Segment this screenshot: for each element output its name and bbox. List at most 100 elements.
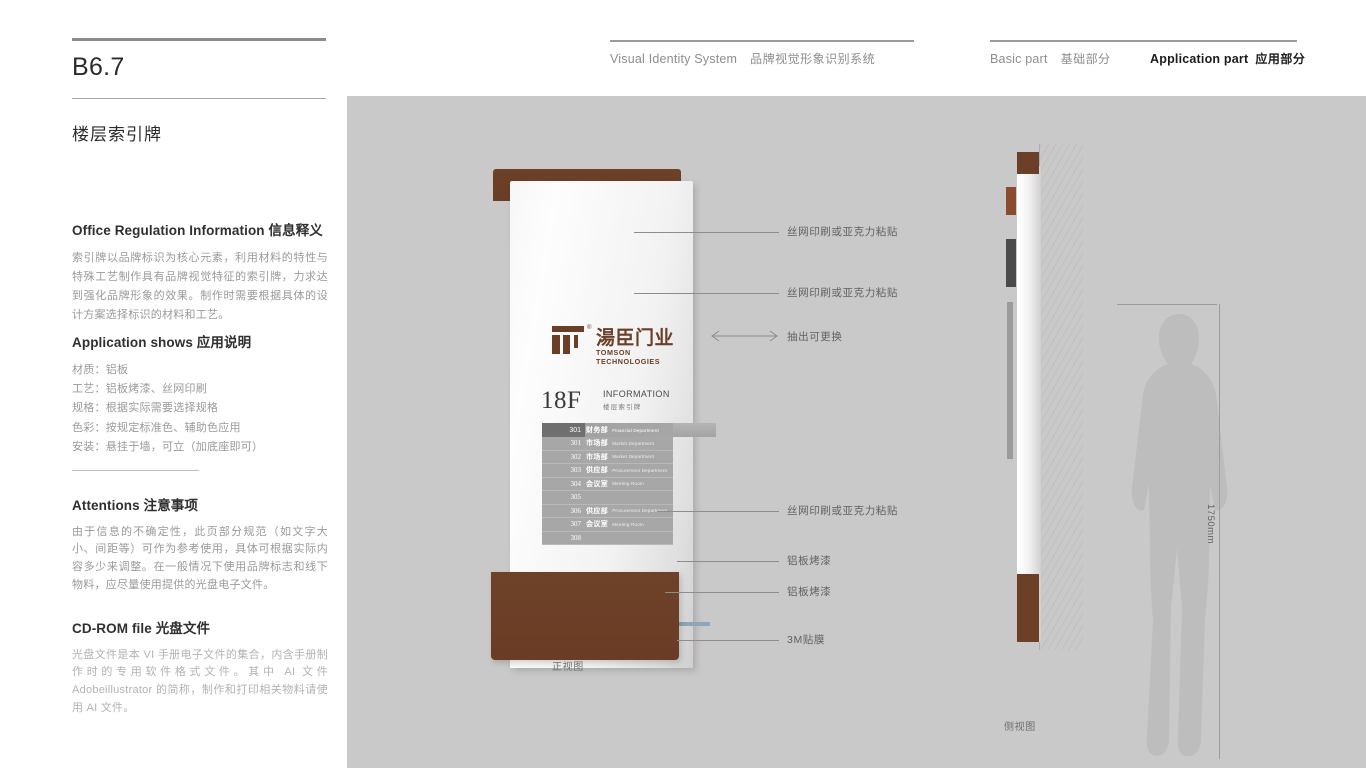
table-row: 302 市场部 Market Department [542, 450, 673, 464]
spec-color: 色彩：按规定标准色、辅助色应用 [72, 421, 241, 434]
floor-indicator: 18F INFORMATION 楼层索引牌 [541, 387, 701, 421]
table-row: 306 供应部 Procurement Department [542, 504, 673, 518]
table-row: 304 会议室 Meeting Room [542, 477, 673, 491]
row-number: 301 [570, 439, 582, 448]
pull-out-handle[interactable] [673, 423, 716, 437]
callout-label-3: 抽出可更换 [787, 331, 843, 343]
dimension-top-guide [1117, 304, 1217, 305]
row-number: 307 [570, 520, 582, 529]
table-row: 305 [542, 491, 673, 505]
block-attentions-body: 由于信息的不确定性，此页部分规范（如文字大小、间距等）可作为参考使用，具体可根据… [72, 525, 328, 592]
title-rule-bottom [72, 98, 326, 99]
table-row: 301 市场部 Market Department [542, 437, 673, 451]
side-tab-grey [1007, 302, 1013, 459]
side-tab-dark [1006, 239, 1016, 287]
header-vis-en: Visual Identity System [610, 52, 738, 66]
spec-install: 安装：悬挂于墙，可立（加底座即可） [72, 441, 264, 454]
callout-label-6: 铝板烤漆 [787, 586, 832, 598]
callout-line-5 [677, 561, 779, 562]
human-scale-silhouette [1131, 314, 1228, 757]
header-rule-left [610, 40, 914, 42]
dimension-line [1219, 304, 1220, 759]
callout-double-arrow-icon [711, 330, 778, 342]
nav-application-part[interactable]: Application part 应用部分 [1150, 50, 1305, 67]
side-view-caption: 侧视图 [1004, 722, 1036, 733]
block-cdrom-file: CD-ROM file 光盘文件 光盘文件是本 VI 手册电子文件的集合，内含手… [72, 620, 328, 718]
side-tab-brown [1006, 187, 1016, 215]
row-dept-en: Procurement Department [612, 467, 668, 473]
row-number: 308 [570, 533, 582, 542]
callout-line-4 [657, 511, 779, 512]
brand-logo: ® 湯臣门业 TOMSON TECHNOLOGIES [552, 324, 687, 366]
callout-label-2: 丝网印刷或亚克力粘贴 [787, 287, 898, 299]
row-dept-cn: 市场部 [586, 453, 609, 461]
nav-application-cn: 应用部分 [1255, 52, 1306, 66]
side-top-brown-cap [1017, 152, 1039, 174]
spec-size: 规格：根据实际需要选择规格 [72, 402, 219, 415]
floor-info-en: INFORMATION [603, 389, 670, 399]
callout-label-4: 丝网印刷或亚克力粘贴 [787, 505, 898, 517]
floor-number: 18F [541, 387, 582, 414]
block-application-heading: Application shows 应用说明 [72, 335, 252, 350]
dimension-label: 1750mm [1205, 504, 1216, 544]
header-dept-en: Financial Department [612, 427, 659, 433]
board-bottom-brown-base [491, 572, 679, 660]
vi-manual-page: B6.7 楼层索引牌 Office Regulation Information… [0, 0, 1366, 768]
artwork-stage: ® 湯臣门业 TOMSON TECHNOLOGIES 18F INFORMATI… [347, 96, 1366, 768]
row-number: 306 [570, 506, 582, 515]
header-room-number: 301 [569, 426, 581, 434]
table-row: 307 会议室 Meeting Room [542, 518, 673, 532]
callout-line-2 [634, 293, 779, 294]
side-bottom-brown-base [1017, 574, 1039, 642]
row-dept-en: Meeting Room [612, 481, 644, 487]
left-information-column: B6.7 楼层索引牌 Office Regulation Information… [0, 0, 347, 768]
side-panel-body [1017, 166, 1041, 642]
front-view-mockup: ® 湯臣门业 TOMSON TECHNOLOGIES 18F INFORMATI… [488, 169, 716, 668]
logo-english-name: TOMSON TECHNOLOGIES [596, 348, 661, 366]
block-application-shows: Application shows 应用说明 材质：铝板 工艺：铝板烤漆、丝网印… [72, 334, 328, 458]
block-office-regulation: Office Regulation Information 信息释义 索引牌以品… [72, 222, 328, 326]
block-attentions: Attentions 注意事项 由于信息的不确定性，此页部分规范（如文字大小、间… [72, 497, 328, 595]
nav-basic-cn: 基础部分 [1060, 52, 1111, 66]
row-number: 304 [570, 479, 582, 488]
block-office-body: 索引牌以品牌标识为核心元素，利用材料的特性与特殊工艺制作具有品牌视觉特征的索引牌… [72, 251, 328, 322]
row-dept-cn: 市场部 [586, 440, 609, 448]
registered-mark: ® [587, 325, 592, 331]
logo-chinese-name: 湯臣门业 [596, 327, 675, 349]
callout-line-7 [677, 640, 779, 641]
wall-hatch-pattern [1039, 144, 1083, 650]
tomson-logo-icon [552, 326, 584, 354]
callout-line-6 [665, 592, 779, 593]
directory-header-row: 301 财务部 Financial Department [542, 423, 673, 437]
page-title: 楼层索引牌 [72, 125, 162, 144]
row-dept-cn: 供应部 [586, 507, 609, 515]
nav-basic-part[interactable]: Basic part 基础部分 [990, 50, 1111, 67]
nav-basic-en: Basic part [990, 52, 1048, 66]
callout-label-7: 3M贴膜 [787, 634, 825, 646]
row-number: 305 [570, 493, 582, 502]
header-vis-cn: 品牌视觉形象识别系统 [750, 52, 876, 66]
block-attentions-heading: Attentions 注意事项 [72, 498, 198, 513]
front-view-caption: 正视图 [552, 662, 584, 673]
row-dept-en: Meeting Room [612, 521, 644, 527]
block-office-heading: Office Regulation Information 信息释义 [72, 223, 323, 238]
row-number: 302 [570, 452, 582, 461]
callout-label-5: 铝板烤漆 [787, 555, 832, 567]
page-header: Visual Identity System 品牌视觉形象识别系统 Basic … [0, 0, 1366, 96]
header-dept-cn: 财务部 [586, 427, 609, 434]
header-rule-right [990, 40, 1297, 42]
directory-table: 301 财务部 Financial Department 301 市场部 Mar… [542, 423, 673, 545]
row-dept-cn: 会议室 [586, 521, 609, 529]
table-row: 308 [542, 531, 673, 545]
block-cdrom-body: 光盘文件是本 VI 手册电子文件的集合，内含手册制作时的专用软件格式文件。其中 … [72, 648, 328, 715]
row-dept-en: Market Department [612, 440, 655, 446]
row-number: 303 [570, 466, 582, 475]
nav-application-en: Application part [1150, 52, 1249, 66]
section-divider [72, 470, 199, 471]
block-cdrom-heading: CD-ROM file 光盘文件 [72, 621, 211, 636]
callout-line-1 [634, 232, 779, 233]
header-system-name: Visual Identity System 品牌视觉形象识别系统 [610, 50, 875, 67]
floor-info-cn: 楼层索引牌 [603, 404, 642, 411]
row-dept-cn: 会议室 [586, 480, 609, 488]
spec-material: 材质：铝板 [72, 363, 129, 376]
